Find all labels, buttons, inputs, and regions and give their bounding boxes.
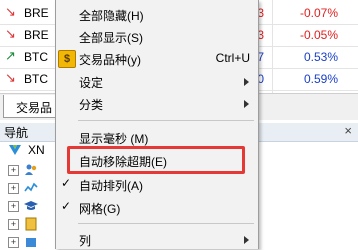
menu-separator <box>78 120 254 121</box>
menu-item-shortcut: Ctrl+U <box>215 51 250 65</box>
script-icon <box>25 217 37 231</box>
menu-item-label: 自动排列(A) <box>79 179 143 193</box>
menu-item-show-all[interactable]: 全部显示(S) <box>56 25 258 47</box>
tree-root[interactable]: XN <box>0 142 60 158</box>
checkmark-icon: ✓ <box>61 199 72 213</box>
expand-icon[interactable]: + <box>8 165 19 176</box>
daily-change: -0.07% <box>299 6 338 20</box>
expand-icon[interactable]: + <box>8 201 19 212</box>
arrow-down-icon: ↘ <box>5 70 16 85</box>
symbol-name: BRE <box>24 6 49 20</box>
context-menu: 全部隐藏(H) 全部显示(S) $ 交易品种(y) Ctrl+U 设定 分类 显… <box>55 0 259 249</box>
tab-symbols-label: 交易品 <box>16 101 53 115</box>
market-icon <box>26 238 36 247</box>
arrow-down-icon: ↘ <box>5 4 16 19</box>
tree-node-scripts[interactable]: + <box>0 216 50 232</box>
menu-separator <box>78 223 254 224</box>
dollar-icon: $ <box>58 50 76 68</box>
menu-item-show-milliseconds[interactable]: 显示毫秒 (M) <box>56 126 258 148</box>
menu-item-categories[interactable]: 分类 <box>56 92 258 114</box>
submenu-arrow-icon <box>244 100 249 108</box>
menu-item-label: 分类 <box>79 98 104 112</box>
submenu-arrow-icon <box>244 236 249 244</box>
navigator-title: 导航 <box>4 126 29 140</box>
tree-node-expert-advisors[interactable]: + <box>0 198 50 214</box>
tree-node-accounts[interactable]: + <box>0 162 50 178</box>
symbol-name: BTC <box>24 72 48 86</box>
menu-item-label: 全部隐藏(H) <box>79 9 144 23</box>
menu-item-label: 列 <box>79 234 92 248</box>
tree-node-market[interactable]: + <box>0 234 50 250</box>
menu-item-label: 网格(G) <box>79 202 121 216</box>
daily-change: 0.53% <box>303 50 338 64</box>
expand-icon[interactable]: + <box>8 237 19 248</box>
expand-icon[interactable]: + <box>8 183 19 194</box>
daily-change: -0.05% <box>299 28 338 42</box>
menu-item-symbols[interactable]: $ 交易品种(y) Ctrl+U <box>56 47 258 69</box>
menu-item-label: 显示毫秒 (M) <box>79 132 149 146</box>
submenu-arrow-icon <box>244 78 249 86</box>
menu-item-grid[interactable]: ✓ 网格(G) <box>56 196 258 218</box>
daily-change: 0.59% <box>303 72 338 86</box>
broker-logo-icon <box>9 145 21 155</box>
menu-item-label: 全部显示(S) <box>79 31 143 45</box>
menu-item-label: 交易品种(y) <box>79 53 141 67</box>
arrow-down-icon: ↘ <box>5 26 16 41</box>
menu-item-columns[interactable]: 列 <box>56 228 258 250</box>
menu-item-auto-arrange[interactable]: ✓ 自动排列(A) <box>56 173 258 195</box>
highlight-box <box>67 146 245 174</box>
close-icon[interactable]: × <box>344 123 352 138</box>
checkmark-icon: ✓ <box>61 176 72 190</box>
symbol-name: BRE <box>24 28 49 42</box>
expand-icon[interactable]: + <box>8 219 19 230</box>
tree-root-label: XN <box>28 143 45 157</box>
column-divider <box>272 0 273 100</box>
indicators-icon <box>24 182 38 192</box>
tree-node-indicators[interactable]: + <box>0 180 50 196</box>
menu-item-label: 设定 <box>79 76 104 90</box>
menu-item-hide-all[interactable]: 全部隐藏(H) <box>56 3 258 25</box>
accounts-icon <box>25 164 37 175</box>
symbol-name: BTC <box>24 50 48 64</box>
menu-item-settings[interactable]: 设定 <box>56 70 258 92</box>
arrow-up-icon: ↗ <box>5 48 16 63</box>
graduation-cap-icon <box>24 201 38 210</box>
